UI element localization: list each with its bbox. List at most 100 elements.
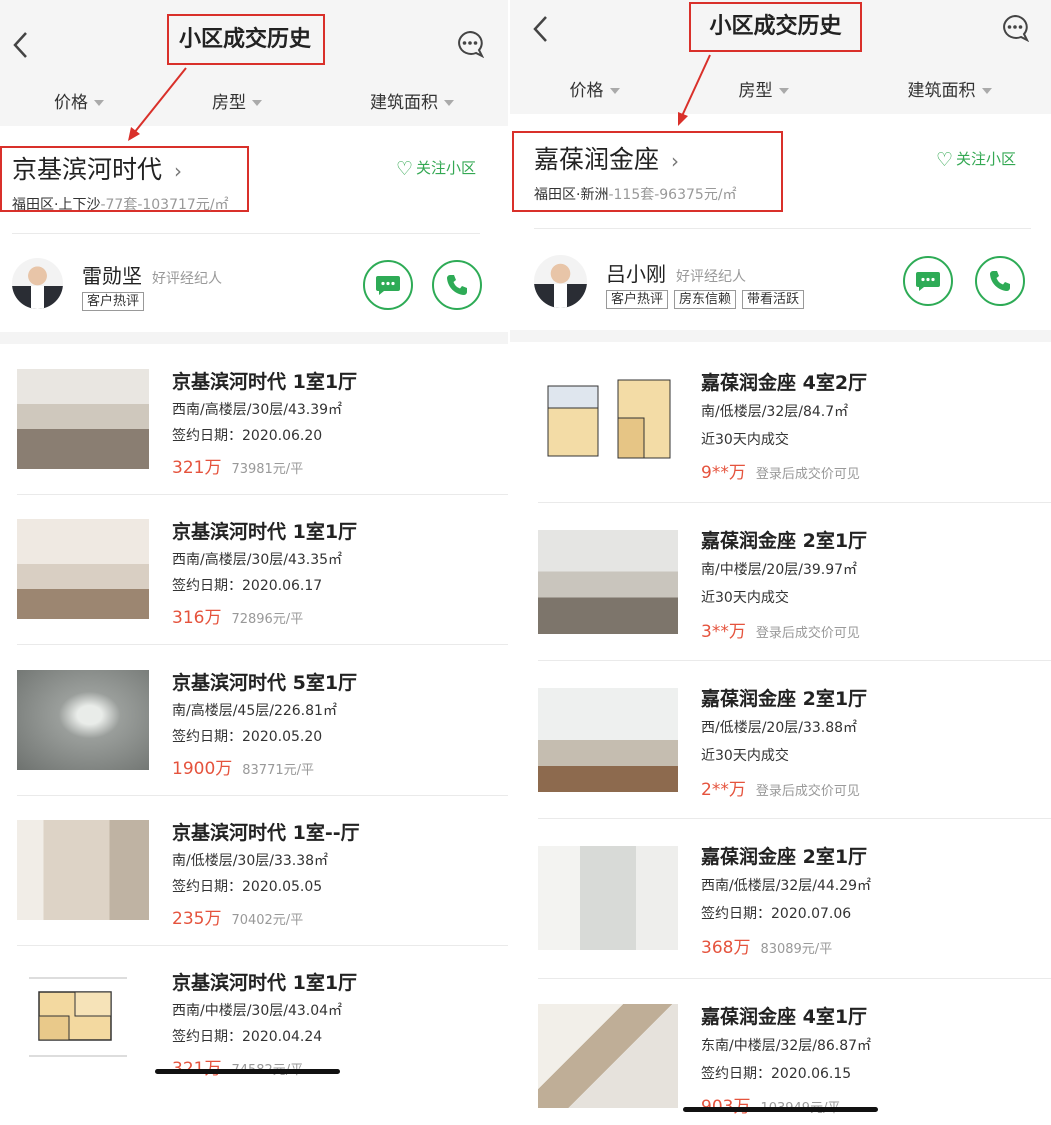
listing-price-row: 903万103949元/平 <box>701 1092 840 1117</box>
listing-date: 近30天内成交 <box>701 590 789 606</box>
agent-tag: 客户热评 <box>606 290 669 309</box>
filter-area[interactable]: 建筑面积 <box>370 88 454 113</box>
listing-spec: 东南/中楼层/32层/86.87㎡ <box>701 1038 872 1054</box>
listing-price-row: 3**万 登录后成交价可见 <box>701 617 860 642</box>
listing-title: 嘉葆润金座 4室1厅 <box>701 1006 868 1028</box>
list-item[interactable]: 嘉葆润金座 2室1厅 西/低楼层/20层/33.88㎡ 近30天内成交 2**万… <box>510 674 1051 824</box>
listing-date: 签约日期：2020.06.17 <box>172 578 323 594</box>
home-indicator[interactable] <box>155 1069 340 1074</box>
filter-layout[interactable]: 房型 <box>739 76 789 101</box>
listing-price: 316万 <box>172 608 222 628</box>
listing-photo <box>17 519 149 619</box>
page-title: 小区成交历史 <box>167 14 325 65</box>
divider <box>538 502 1051 503</box>
heart-icon: ♡ <box>396 158 414 180</box>
chevron-left-icon[interactable] <box>10 30 32 60</box>
call-agent-button[interactable] <box>975 256 1025 306</box>
section-gap <box>510 330 1051 342</box>
caret-down-icon <box>609 88 620 94</box>
listing-price: 1900万 <box>172 759 233 779</box>
listing-date: 签约日期：2020.05.05 <box>172 879 323 895</box>
listing-unit-price: 70402元/平 <box>231 913 304 928</box>
agent-role: 好评经纪人 <box>676 269 746 285</box>
listing-title: 京基滨河时代 1室--厅 <box>172 822 360 844</box>
listing-title: 京基滨河时代 5室1厅 <box>172 672 358 694</box>
listing-price-row: 321万 73981元/平 <box>172 453 303 478</box>
filter-label: 建筑面积 <box>907 81 976 101</box>
section-gap <box>0 332 508 344</box>
listing-spec: 南/中楼层/20层/39.97㎡ <box>701 562 858 578</box>
community-name: 京基滨河时代 <box>12 155 163 184</box>
heart-icon: ♡ <box>936 149 954 171</box>
listing-title: 嘉葆润金座 2室1厅 <box>701 688 868 710</box>
chevron-right-icon: › <box>174 159 183 183</box>
chevron-left-icon[interactable] <box>530 14 552 44</box>
listing-unit-price: 登录后成交价可见 <box>755 467 860 482</box>
follow-community-button[interactable]: ♡ 关注小区 <box>396 157 476 180</box>
listing-date: 签约日期：2020.06.20 <box>172 428 323 444</box>
divider <box>17 494 508 495</box>
agent-name-row: 雷勋坚 好评经纪人 <box>82 260 222 289</box>
divider <box>17 644 508 645</box>
caret-down-icon <box>252 100 262 106</box>
floor-plan-image <box>17 970 149 1070</box>
agent-name-row: 吕小刚 好评经纪人 <box>606 258 746 287</box>
filter-price[interactable]: 价格 <box>54 88 104 113</box>
chat-agent-button[interactable] <box>903 256 953 306</box>
listing-spec: 南/低楼层/30层/33.38㎡ <box>172 853 329 869</box>
home-indicator[interactable] <box>683 1107 878 1112</box>
caret-down-icon <box>778 88 789 94</box>
listing-price-row: 235万 70402元/平 <box>172 904 303 929</box>
listing-spec: 南/低楼层/32层/84.7㎡ <box>701 404 849 420</box>
listing-title: 嘉葆润金座 2室1厅 <box>701 846 868 868</box>
list-item[interactable]: 嘉葆润金座 4室2厅 南/低楼层/32层/84.7㎡ 近30天内成交 9**万登… <box>510 358 1051 508</box>
listing-unit-price: 登录后成交价可见 <box>755 626 860 641</box>
follow-label: 关注小区 <box>956 150 1017 168</box>
list-item[interactable]: 京基滨河时代 1室1厅 西南/高楼层/30层/43.39㎡ 签约日期：2020.… <box>0 355 508 505</box>
list-item[interactable]: 嘉葆润金座 2室1厅 南/中楼层/20层/39.97㎡ 近30天内成交 3**万… <box>510 516 1051 666</box>
chat-bubble-icon[interactable] <box>456 30 484 58</box>
listing-title: 京基滨河时代 1室1厅 <box>172 371 358 393</box>
filter-area[interactable]: 建筑面积 <box>908 76 992 101</box>
list-item[interactable]: 京基滨河时代 1室1厅 西南/高楼层/30层/43.35㎡ 签约日期：2020.… <box>0 505 508 655</box>
listing-photo <box>538 846 678 950</box>
filter-layout[interactable]: 房型 <box>212 88 262 113</box>
agent-avatar[interactable] <box>12 258 63 309</box>
divider <box>17 945 508 946</box>
listing-unit-price: 73981元/平 <box>231 462 304 477</box>
follow-community-button[interactable]: ♡ 关注小区 <box>936 148 1016 171</box>
listing-unit-price: 83089元/平 <box>760 942 833 957</box>
listing-price: 3**万 <box>701 622 746 642</box>
filter-label: 房型 <box>738 81 773 101</box>
listing-spec: 西/低楼层/20层/33.88㎡ <box>701 720 858 736</box>
list-item[interactable]: 京基滨河时代 1室--厅 南/低楼层/30层/33.38㎡ 签约日期：2020.… <box>0 806 508 956</box>
divider <box>534 228 1031 229</box>
listing-date: 签约日期：2020.07.06 <box>701 906 852 922</box>
listing-unit-price: 72896元/平 <box>231 612 304 627</box>
listing-spec: 西南/低楼层/32层/44.29㎡ <box>701 878 872 894</box>
agent-avatar[interactable] <box>534 255 587 308</box>
agent-name: 雷勋坚 <box>82 264 142 288</box>
agent-tag: 客户热评 <box>82 292 145 311</box>
listing-spec: 西南/高楼层/30层/43.39㎡ <box>172 402 343 418</box>
caret-down-icon <box>94 100 104 106</box>
community-header[interactable]: 京基滨河时代 › 福田区·上下沙-77套-103717元/㎡ <box>12 150 229 214</box>
list-item[interactable]: 京基滨河时代 5室1厅 南/高楼层/45层/226.81㎡ 签约日期：2020.… <box>0 656 508 806</box>
list-item[interactable]: 嘉葆润金座 2室1厅 西南/低楼层/32层/44.29㎡ 签约日期：2020.0… <box>510 832 1051 982</box>
community-stats: -77套-103717元/㎡ <box>100 197 229 213</box>
chat-agent-button[interactable] <box>363 260 413 310</box>
listing-price-row: 368万 83089元/平 <box>701 933 832 958</box>
divider <box>17 795 508 796</box>
call-agent-button[interactable] <box>432 260 482 310</box>
list-item[interactable]: 嘉葆润金座 4室1厅 东南/中楼层/32层/86.87㎡ 签约日期：2020.0… <box>510 990 1051 1125</box>
chat-bubble-icon[interactable] <box>1001 14 1029 42</box>
filter-price[interactable]: 价格 <box>570 76 620 101</box>
annotation-arrow <box>128 67 187 141</box>
listing-price: 2**万 <box>701 780 746 800</box>
caret-down-icon <box>444 100 454 106</box>
filter-label: 价格 <box>569 81 604 101</box>
list-item[interactable]: 京基滨河时代 1室1厅 西南/中楼层/30层/43.04㎡ 签约日期：2020.… <box>0 956 508 1106</box>
community-header[interactable]: 嘉葆润金座 › 福田区·新洲-115套-96375元/㎡ <box>534 140 737 204</box>
listing-date: 签约日期：2020.06.15 <box>701 1066 852 1082</box>
community-name: 嘉葆润金座 <box>534 145 660 174</box>
